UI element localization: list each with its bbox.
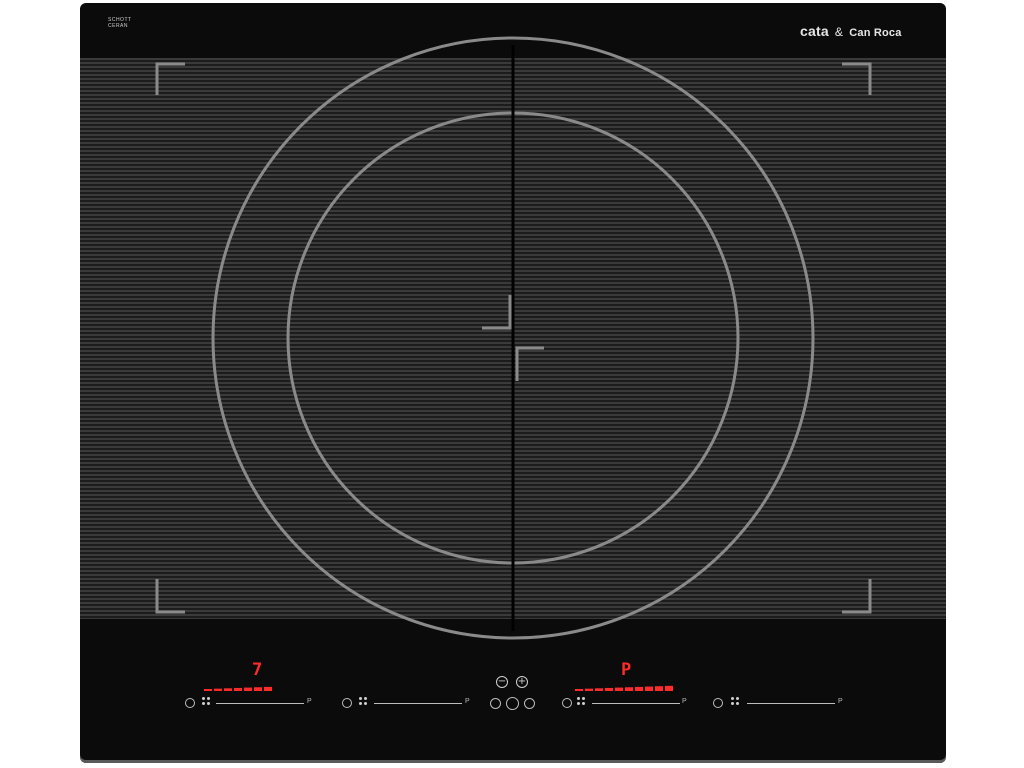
zone3-display: P <box>621 660 632 680</box>
zone1-power-bar <box>224 688 232 691</box>
zone3-power-bar <box>575 689 583 691</box>
zone4-slider-end-label: P <box>838 698 843 705</box>
zone3-select-icon[interactable] <box>577 697 587 707</box>
zone3-slider-end-label: P <box>682 698 687 705</box>
zone4-slider[interactable] <box>747 703 835 704</box>
zone2-slider-end-label: P <box>465 698 470 705</box>
zone3-power-bar <box>645 686 653 691</box>
zone3-power-bar <box>615 687 623 691</box>
zone3-onoff-icon[interactable] <box>562 698 572 708</box>
zone3-power-bar <box>655 686 663 691</box>
timer-plus-button[interactable]: + <box>516 676 528 688</box>
lock-icon[interactable] <box>524 698 535 709</box>
zone1-slider-end-label: P <box>307 698 312 705</box>
zone3-power-bar <box>635 686 643 691</box>
timer-zone-icon[interactable] <box>490 698 501 709</box>
timer-minus-button[interactable]: − <box>496 676 508 688</box>
zone3-slider[interactable] <box>592 703 680 704</box>
zone1-power-bar <box>204 689 212 691</box>
zone3-power-bar <box>665 685 673 691</box>
power-button[interactable] <box>506 697 519 710</box>
zone2-onoff-icon[interactable] <box>342 698 352 708</box>
induction-hob: SCHOTT CERAN cata & Can Roca 7 P P − + P… <box>80 3 946 763</box>
zone1-power-bar <box>254 687 262 691</box>
zone2-slider[interactable] <box>374 703 462 704</box>
zone1-select-icon[interactable] <box>202 697 212 707</box>
zone1-onoff-icon[interactable] <box>185 698 195 708</box>
zone3-power-bar <box>625 687 633 691</box>
zone4-onoff-icon[interactable] <box>713 698 723 708</box>
zone1-power-bars[interactable] <box>80 3 946 763</box>
zone4-select-icon[interactable] <box>731 697 741 707</box>
zone1-power-bar <box>264 686 272 691</box>
zone1-power-bar <box>234 687 242 691</box>
zone1-power-bar <box>214 688 222 691</box>
zone1-power-bar <box>244 687 252 691</box>
zone1-slider[interactable] <box>216 703 304 704</box>
zone3-power-bar <box>595 688 603 691</box>
zone2-select-icon[interactable] <box>359 697 369 707</box>
zone3-power-bar <box>605 687 613 691</box>
zone3-power-bar <box>585 688 593 691</box>
